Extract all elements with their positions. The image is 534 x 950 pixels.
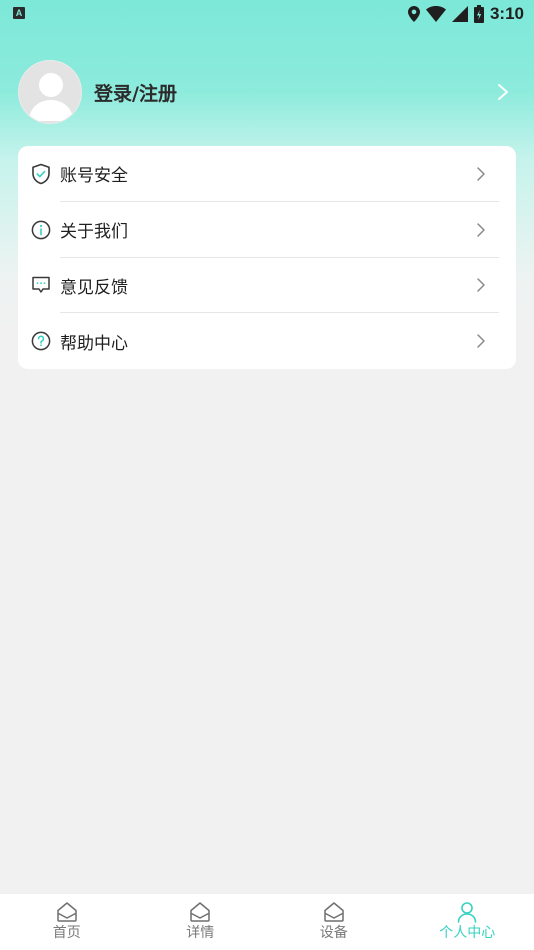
- feedback-chat-icon: [30, 274, 52, 296]
- nav-tab-label: 首页: [52, 925, 81, 941]
- nav-tab-details[interactable]: 详情: [134, 894, 268, 950]
- status-time: 3:10: [489, 4, 524, 23]
- menu-item-feedback[interactable]: 意见反馈: [18, 258, 516, 314]
- nav-tab-label: 设备: [319, 925, 348, 941]
- wifi-icon: [425, 6, 446, 22]
- status-icons: 3:10: [407, 3, 524, 25]
- chevron-right-icon: [477, 278, 485, 293]
- nav-tab-home[interactable]: 首页: [0, 894, 134, 950]
- menu-item-label: 关于我们: [60, 222, 128, 243]
- chevron-right-icon[interactable]: [496, 82, 510, 102]
- menu-item-label: 意见反馈: [60, 277, 128, 298]
- bottom-nav: 首页 详情 设备 个人中心: [0, 894, 534, 950]
- profile-header[interactable]: 登录/注册: [18, 60, 516, 124]
- menu-item-account-security[interactable]: 账号安全: [18, 146, 516, 202]
- nav-tab-device[interactable]: 设备: [267, 894, 401, 950]
- settings-menu-card: 账号安全 关于我们 意见反馈 帮助中心: [18, 146, 516, 369]
- menu-item-about-us[interactable]: 关于我们: [18, 202, 516, 258]
- chevron-right-icon: [477, 334, 485, 348]
- signal-icon: [451, 6, 468, 22]
- chevron-right-icon: [477, 167, 485, 181]
- menu-item-label: 账号安全: [60, 166, 128, 187]
- default-avatar-icon[interactable]: [18, 60, 82, 124]
- nav-tab-label: 详情: [186, 925, 215, 941]
- location-icon: [407, 6, 420, 22]
- menu-item-help-center[interactable]: 帮助中心: [18, 313, 516, 369]
- login-register-link[interactable]: 登录/注册: [94, 79, 177, 106]
- chevron-right-icon: [477, 222, 485, 237]
- profile-screen: A 3:10 登录/注册 账号安全 关于我们 意见反馈 帮助中心 首页 详情 设…: [0, 0, 534, 950]
- info-icon: [30, 219, 52, 241]
- battery-icon: [473, 5, 484, 23]
- home-icon: [324, 902, 344, 922]
- shield-check-icon: [30, 163, 52, 185]
- notification-icon: A: [13, 7, 25, 19]
- home-icon: [190, 902, 210, 922]
- home-icon: [57, 902, 77, 922]
- nav-tab-label: 个人中心: [439, 925, 496, 941]
- person-icon: [457, 902, 477, 923]
- menu-item-label: 帮助中心: [60, 333, 128, 354]
- nav-tab-personal-center[interactable]: 个人中心: [401, 894, 534, 950]
- status-bar: A 3:10: [0, 0, 534, 28]
- help-icon: [30, 330, 52, 352]
